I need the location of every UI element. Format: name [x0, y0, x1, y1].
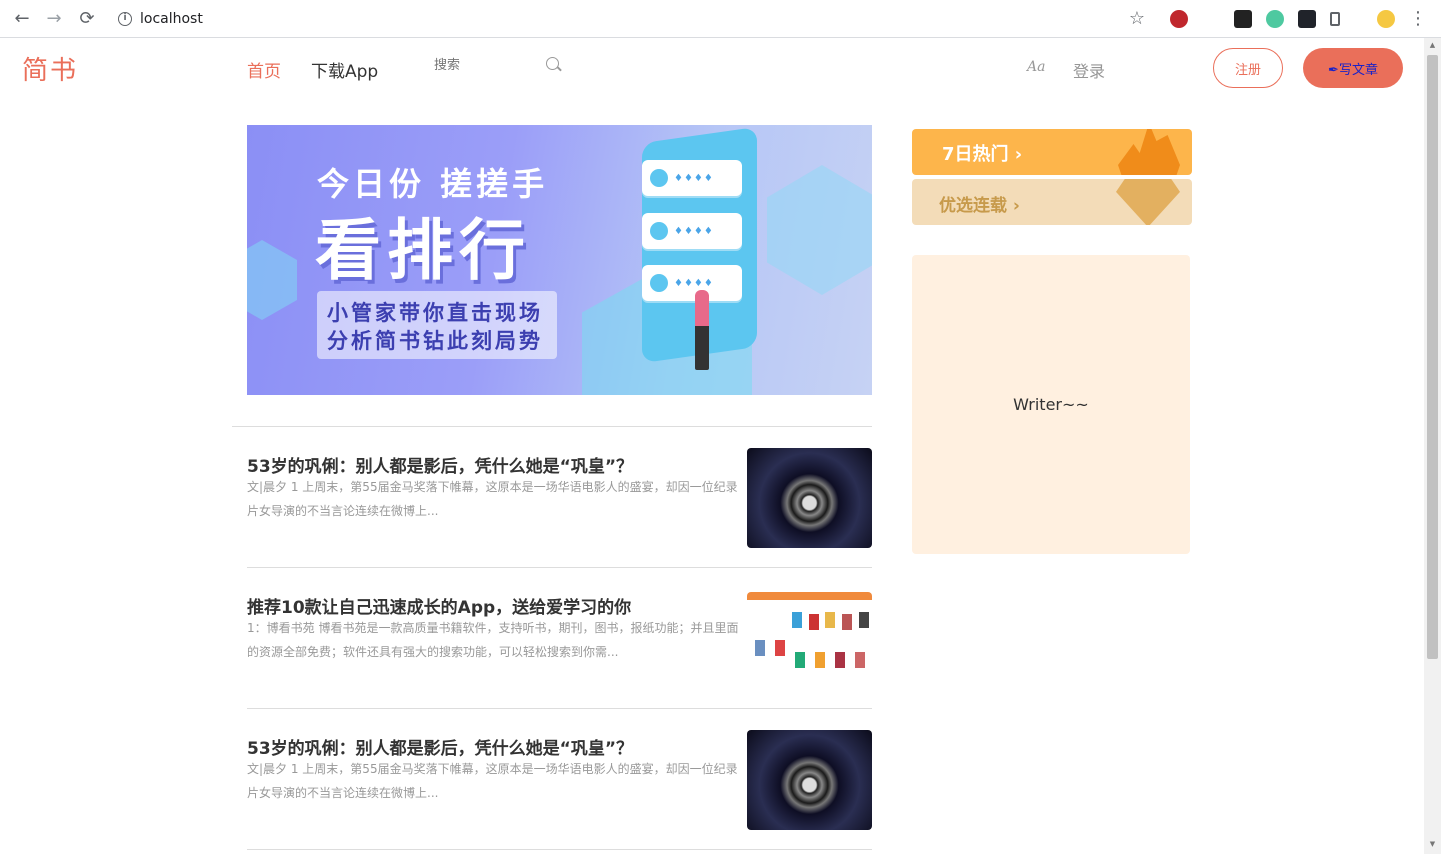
serial-board[interactable]: 优选连载 ›	[912, 179, 1192, 225]
info-icon[interactable]: i	[118, 12, 132, 26]
banner-line2: 看排行	[315, 212, 531, 289]
article-abstract: 文|晨夕 1 上周末，第55届金马奖落下帷幕，这原本是一场华语电影人的盛宴，却因…	[247, 762, 738, 800]
scrollbar-thumb[interactable]	[1427, 55, 1438, 659]
rank-card: ♦♦♦♦	[642, 160, 742, 196]
write-article-button[interactable]: ✒写文章	[1303, 48, 1403, 88]
hot-7days-label: 7日热门 ›	[942, 144, 1023, 165]
avatar[interactable]	[1377, 10, 1395, 28]
avatar-dot	[650, 222, 668, 240]
article-title[interactable]: 53岁的巩俐：别人都是影后，凭什么她是“巩皇”？	[247, 452, 633, 477]
article-item[interactable]: 53岁的巩俐：别人都是影后，凭什么她是“巩皇”？ 文|晨夕 1 上周末，第55届…	[247, 709, 872, 850]
banner-sub1: 小管家带你直击现场	[327, 301, 543, 325]
article-abstract: 文|晨夕 1 上周末，第55届金马奖落下帷幕，这原本是一场华语电影人的盛宴，却因…	[247, 480, 738, 518]
thumb-book	[825, 612, 835, 628]
hot-7days-board[interactable]: 7日热门 ›	[912, 129, 1192, 175]
banner[interactable]: 今日份 搓搓手 看排行 小管家带你直击现场 分析简书钻此刻局势 ♦♦♦♦ ♦♦♦…	[247, 125, 872, 395]
article-item[interactable]: 推荐10款让自己迅速成长的App，送给爱学习的你 1：博看书苑 博看书苑是一款高…	[247, 568, 872, 709]
gem-icons: ♦♦♦♦	[674, 173, 714, 184]
rank-card: ♦♦♦♦	[642, 265, 742, 301]
article-abstract: 1：博看书苑 博看书苑是一款高质量书籍软件，支持听书，期刊，图书，报纸功能；并且…	[247, 621, 739, 659]
browser-toolbar: ← → ⟳ i localhost ☆ ⋮	[0, 0, 1441, 38]
thumb-book	[809, 614, 819, 630]
thumb-book	[835, 652, 845, 668]
article-title[interactable]: 53岁的巩俐：别人都是影后，凭什么她是“巩皇”？	[247, 734, 633, 759]
menu-icon[interactable]: ⋮	[1406, 7, 1430, 31]
banner-hexagon	[247, 240, 297, 320]
article-thumbnail[interactable]	[747, 730, 872, 830]
search-icon[interactable]	[546, 57, 559, 70]
thumb-book	[775, 640, 785, 656]
extension-icon[interactable]	[1266, 10, 1284, 28]
nav-home[interactable]: 首页	[247, 57, 281, 82]
serial-label: 优选连载 ›	[939, 196, 1020, 216]
address-bar[interactable]: i localhost	[118, 9, 203, 29]
thumb-book	[855, 652, 865, 668]
gem-icons: ♦♦♦♦	[674, 278, 714, 289]
person-illustration	[695, 290, 709, 370]
thumb-book	[815, 652, 825, 668]
article-thumbnail[interactable]	[747, 592, 872, 684]
logo[interactable]: 简书	[22, 50, 78, 87]
thumb-book	[795, 652, 805, 668]
banner-sub2: 分析简书钻此刻局势	[327, 329, 543, 353]
article-item[interactable]: 53岁的巩俐：别人都是影后，凭什么她是“巩皇”？ 文|晨夕 1 上周末，第55届…	[247, 427, 872, 568]
nav-download-app[interactable]: 下载App	[311, 57, 378, 82]
avatar-dot	[650, 274, 668, 292]
avatar-dot	[650, 169, 668, 187]
thumb-book	[859, 612, 869, 628]
cursor-extension-icon[interactable]	[1202, 10, 1220, 28]
reload-icon[interactable]: ⟳	[75, 7, 99, 31]
gem-icon	[1116, 179, 1180, 225]
scroll-down-icon[interactable]: ▼	[1428, 840, 1437, 849]
bookmark-icon[interactable]	[1330, 12, 1340, 26]
thumb-book	[842, 614, 852, 630]
back-icon[interactable]: ←	[10, 7, 34, 31]
adblock-icon[interactable]	[1170, 10, 1188, 28]
writer-label: Writer~~	[1013, 395, 1089, 414]
writer-panel: Writer~~	[912, 255, 1190, 554]
thumb-book	[792, 612, 802, 628]
react-devtools-icon[interactable]	[1298, 10, 1316, 28]
site-header: 简书 首页 下载App Aa 登录 注册 ✒写文章	[0, 38, 1424, 96]
article-thumbnail[interactable]	[747, 448, 872, 548]
star-icon[interactable]: ☆	[1125, 7, 1149, 31]
forward-icon[interactable]: →	[42, 7, 66, 31]
font-size-icon[interactable]: Aa	[1027, 59, 1045, 75]
login-link[interactable]: 登录	[1073, 58, 1105, 82]
thumb-book	[755, 640, 765, 656]
rank-card: ♦♦♦♦	[642, 213, 742, 249]
article-title[interactable]: 推荐10款让自己迅速成长的App，送给爱学习的你	[247, 593, 631, 618]
gem-icons: ♦♦♦♦	[674, 226, 714, 237]
extension-icon[interactable]	[1234, 10, 1252, 28]
register-button[interactable]: 注册	[1213, 48, 1283, 88]
thumb-header-bar	[747, 592, 872, 600]
flame-icon	[1118, 129, 1180, 175]
banner-hexagon	[767, 165, 872, 295]
scroll-up-icon[interactable]: ▲	[1428, 41, 1437, 50]
url-text[interactable]: localhost	[140, 11, 203, 27]
